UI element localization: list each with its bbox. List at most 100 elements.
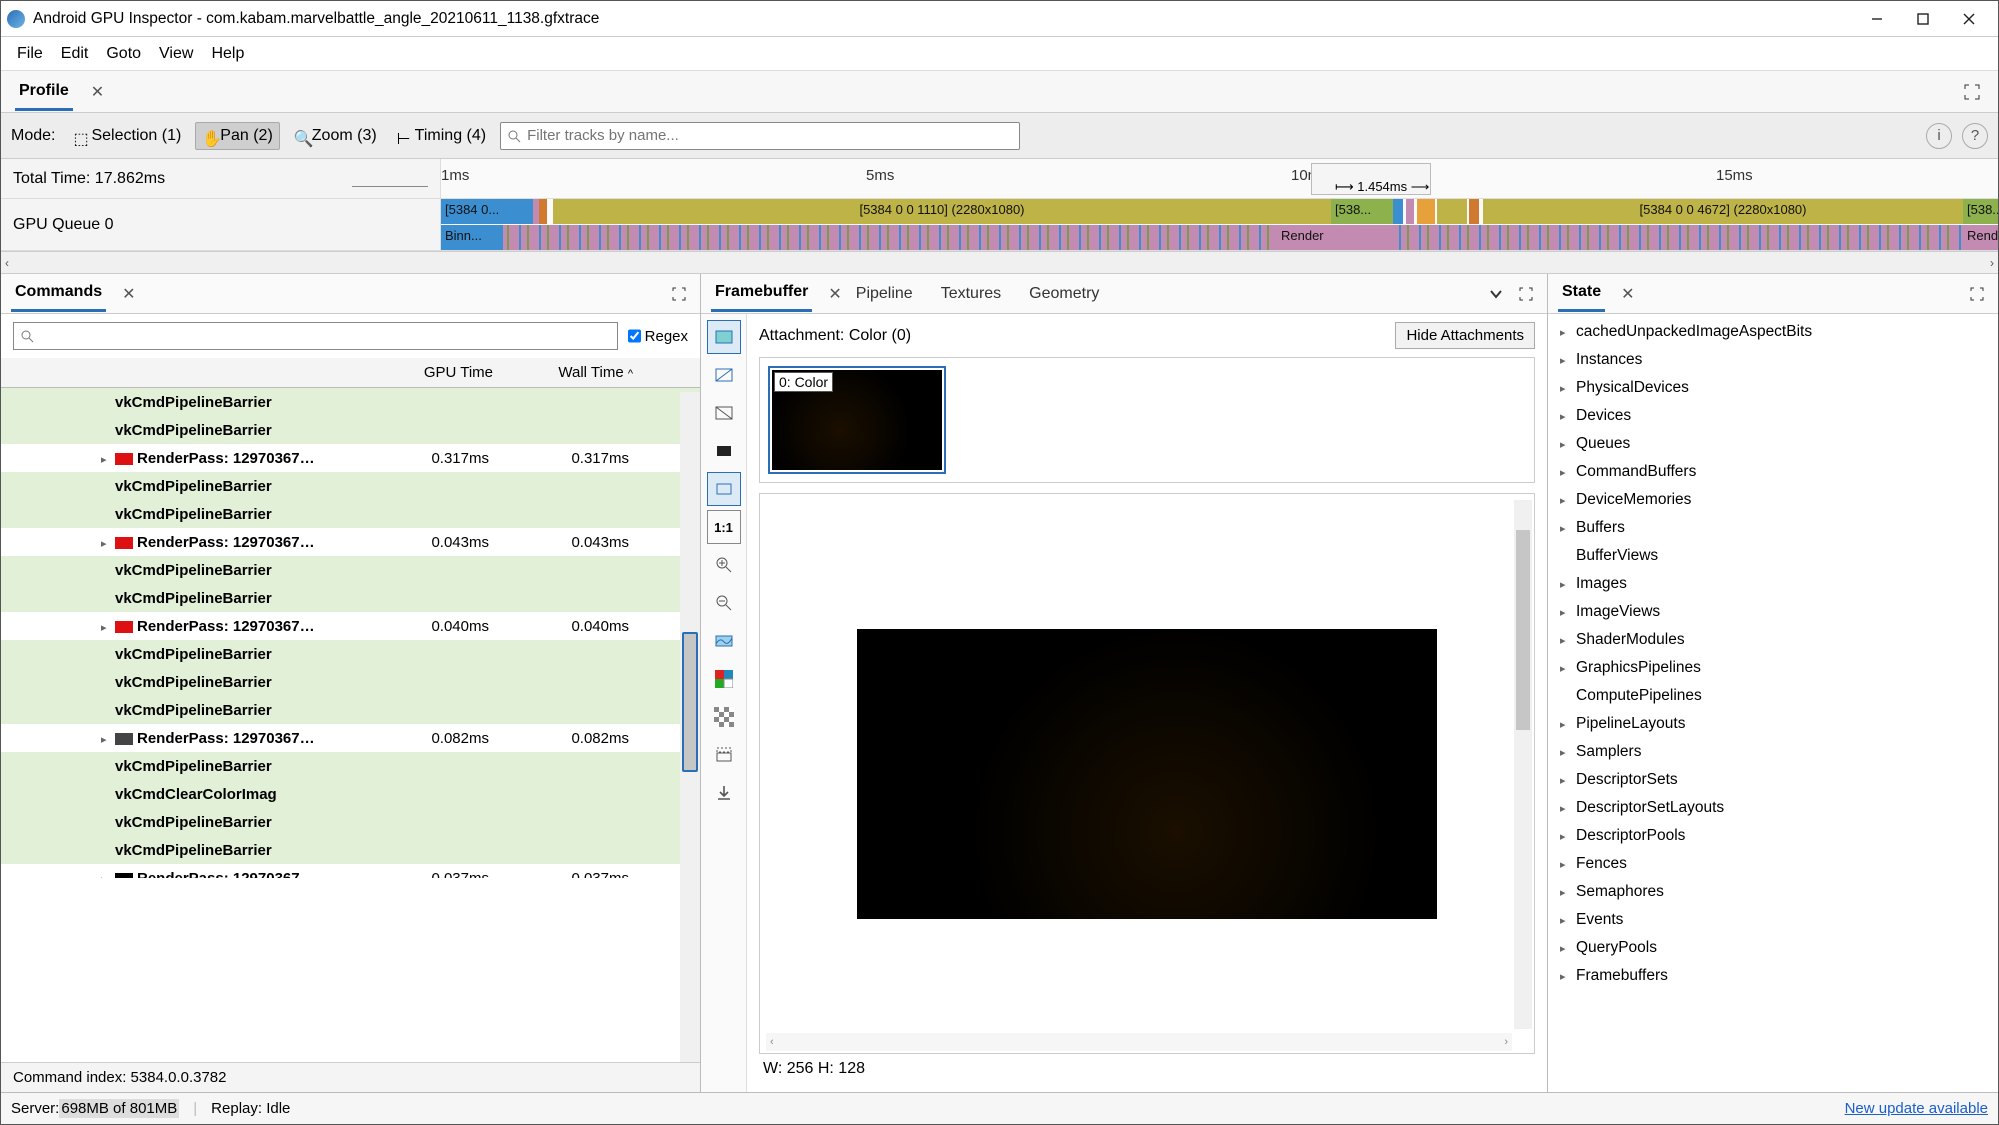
chevron-down-icon[interactable]	[1485, 283, 1507, 305]
expand-icon[interactable]	[1966, 283, 1988, 305]
col-wall-time[interactable]: Wall Time ^	[501, 358, 641, 387]
attachment-thumb-0[interactable]: 0: Color	[768, 366, 946, 474]
renderpass-row[interactable]: ▸RenderPass: 12970367…0.082ms0.082ms	[1, 724, 700, 752]
tool-zoom-out-icon[interactable]	[707, 586, 741, 620]
state-node[interactable]: ▸DeviceMemories	[1548, 486, 1998, 514]
state-node[interactable]: ▸DescriptorSets	[1548, 766, 1998, 794]
menu-file[interactable]: File	[9, 41, 51, 67]
expand-icon[interactable]	[668, 283, 690, 305]
timeline-segment[interactable]	[1417, 199, 1435, 224]
help-icon[interactable]: ?	[1962, 123, 1988, 149]
timeline-segment[interactable]	[1393, 199, 1403, 224]
filter-tracks-input[interactable]	[500, 122, 1020, 150]
framebuffer-close[interactable]: ✕	[828, 284, 841, 304]
tab-profile-close[interactable]: ✕	[91, 82, 104, 102]
mode-timing[interactable]: ⊢Timing (4)	[391, 123, 492, 149]
timeline-segment[interactable]: [5384 0 0 1110] (2280x1080)	[553, 199, 1331, 224]
command-row[interactable]: vkCmdPipelineBarrier	[1, 416, 700, 444]
maximize-button[interactable]	[1900, 3, 1946, 35]
commands-search-input[interactable]	[13, 322, 618, 350]
mode-zoom[interactable]: 🔍Zoom (3)	[288, 123, 383, 149]
tool-rect-solid-icon[interactable]	[707, 434, 741, 468]
timeline-horizontal-scrollbar[interactable]: ‹›	[1, 251, 1998, 273]
state-node[interactable]: ▸GraphicsPipelines	[1548, 654, 1998, 682]
state-node[interactable]: ▸Events	[1548, 906, 1998, 934]
state-node[interactable]: ▸ShaderModules	[1548, 626, 1998, 654]
state-node[interactable]: ▸DescriptorSetLayouts	[1548, 794, 1998, 822]
state-node[interactable]: ▸Framebuffers	[1548, 962, 1998, 990]
state-node[interactable]: ▸DescriptorPools	[1548, 822, 1998, 850]
preview-horizontal-scrollbar[interactable]: ‹›	[766, 1033, 1512, 1051]
state-node[interactable]: BufferViews	[1548, 542, 1998, 570]
tool-fit-icon[interactable]	[707, 472, 741, 506]
command-row[interactable]: vkCmdPipelineBarrier	[1, 640, 700, 668]
preview-vertical-scrollbar[interactable]	[1514, 500, 1532, 1029]
gpu-queue-track[interactable]: [5384 0...[5384 0 0 1110] (2280x1080)[53…	[441, 199, 1998, 250]
menu-help[interactable]: Help	[203, 41, 252, 67]
state-tree[interactable]: ▸cachedUnpackedImageAspectBits▸Instances…	[1548, 314, 1998, 1092]
state-node[interactable]: ▸PipelineLayouts	[1548, 710, 1998, 738]
tool-rect-outline-icon[interactable]	[707, 320, 741, 354]
timeline-segment[interactable]: Render	[1277, 225, 1393, 250]
tool-zoom-in-icon[interactable]	[707, 548, 741, 582]
state-node[interactable]: ▸Images	[1548, 570, 1998, 598]
command-row[interactable]: vkCmdPipelineBarrier	[1, 388, 700, 416]
timeline-segment[interactable]: Binn...	[441, 225, 503, 250]
tab-commands[interactable]: Commands	[11, 275, 106, 312]
timeline-segment[interactable]: Render	[1963, 225, 1998, 250]
state-node[interactable]: ▸Buffers	[1548, 514, 1998, 542]
tab-state[interactable]: State	[1558, 275, 1605, 312]
tab-framebuffer[interactable]: Framebuffer	[711, 275, 812, 312]
state-node[interactable]: ▸Instances	[1548, 346, 1998, 374]
tool-channels-icon[interactable]	[707, 662, 741, 696]
info-icon[interactable]: i	[1926, 123, 1952, 149]
tool-histogram-icon[interactable]	[707, 624, 741, 658]
mode-selection[interactable]: ⬚Selection (1)	[67, 123, 187, 149]
state-node[interactable]: ▸Semaphores	[1548, 878, 1998, 906]
tab-textures[interactable]: Textures	[927, 277, 1015, 311]
timeline-segment[interactable]: [538...	[1963, 199, 1998, 224]
timeline-segment[interactable]: [5384 0...	[441, 199, 533, 224]
timeline-segment[interactable]: [5384 0 0 4672] (2280x1080)	[1483, 199, 1963, 224]
command-row[interactable]: vkCmdPipelineBarrier	[1, 556, 700, 584]
renderpass-row[interactable]: ▸RenderPass: 12970367…0.043ms0.043ms	[1, 528, 700, 556]
tool-crop-icon[interactable]	[707, 738, 741, 772]
framebuffer-preview[interactable]: ‹›	[759, 493, 1535, 1054]
renderpass-row[interactable]: ▸RenderPass: 12970367…0.317ms0.317ms	[1, 444, 700, 472]
command-row[interactable]: vkCmdPipelineBarrier	[1, 836, 700, 864]
tab-pipeline[interactable]: Pipeline	[842, 277, 927, 311]
command-row[interactable]: vkCmdPipelineBarrier	[1, 472, 700, 500]
state-node[interactable]: ▸Samplers	[1548, 738, 1998, 766]
tool-download-icon[interactable]	[707, 776, 741, 810]
command-row[interactable]: vkCmdPipelineBarrier	[1, 500, 700, 528]
mode-pan[interactable]: ✋Pan (2)	[195, 122, 279, 150]
command-row[interactable]: vkCmdPipelineBarrier	[1, 584, 700, 612]
state-node[interactable]: ▸Fences	[1548, 850, 1998, 878]
state-node[interactable]: ▸ImageViews	[1548, 598, 1998, 626]
menu-edit[interactable]: Edit	[53, 41, 97, 67]
commands-vertical-scrollbar[interactable]	[680, 392, 700, 1062]
expand-icon[interactable]	[1960, 80, 1984, 104]
timeline-segment[interactable]: [538...	[1331, 199, 1393, 224]
command-row[interactable]: vkCmdPipelineBarrier	[1, 752, 700, 780]
commands-close[interactable]: ✕	[122, 284, 135, 304]
tool-checker-icon[interactable]	[707, 700, 741, 734]
timeline-segment[interactable]	[1437, 199, 1467, 224]
tab-geometry[interactable]: Geometry	[1015, 277, 1113, 311]
renderpass-row[interactable]: ▸RenderPass: 12970367…0.037ms0.037ms	[1, 864, 700, 878]
command-row[interactable]: vkCmdPipelineBarrier	[1, 808, 700, 836]
state-node[interactable]: ▸CommandBuffers	[1548, 458, 1998, 486]
tool-rect-flip-icon[interactable]	[707, 358, 741, 392]
command-row[interactable]: vkCmdPipelineBarrier	[1, 668, 700, 696]
minimize-button[interactable]	[1854, 3, 1900, 35]
state-close[interactable]: ✕	[1621, 284, 1634, 304]
state-node[interactable]: ▸Devices	[1548, 402, 1998, 430]
tool-rect-diag-icon[interactable]	[707, 396, 741, 430]
renderpass-row[interactable]: ▸RenderPass: 12970367…0.040ms0.040ms	[1, 612, 700, 640]
state-node[interactable]: ▸cachedUnpackedImageAspectBits	[1548, 318, 1998, 346]
state-node[interactable]: ComputePipelines	[1548, 682, 1998, 710]
update-link[interactable]: New update available	[1845, 1100, 1988, 1117]
tool-one-to-one-icon[interactable]: 1:1	[707, 510, 741, 544]
col-gpu-time[interactable]: GPU Time	[361, 358, 501, 387]
time-ruler[interactable]: 1ms 5ms 10ms 15ms ⟼ 1.454ms ⟶	[441, 159, 1998, 198]
